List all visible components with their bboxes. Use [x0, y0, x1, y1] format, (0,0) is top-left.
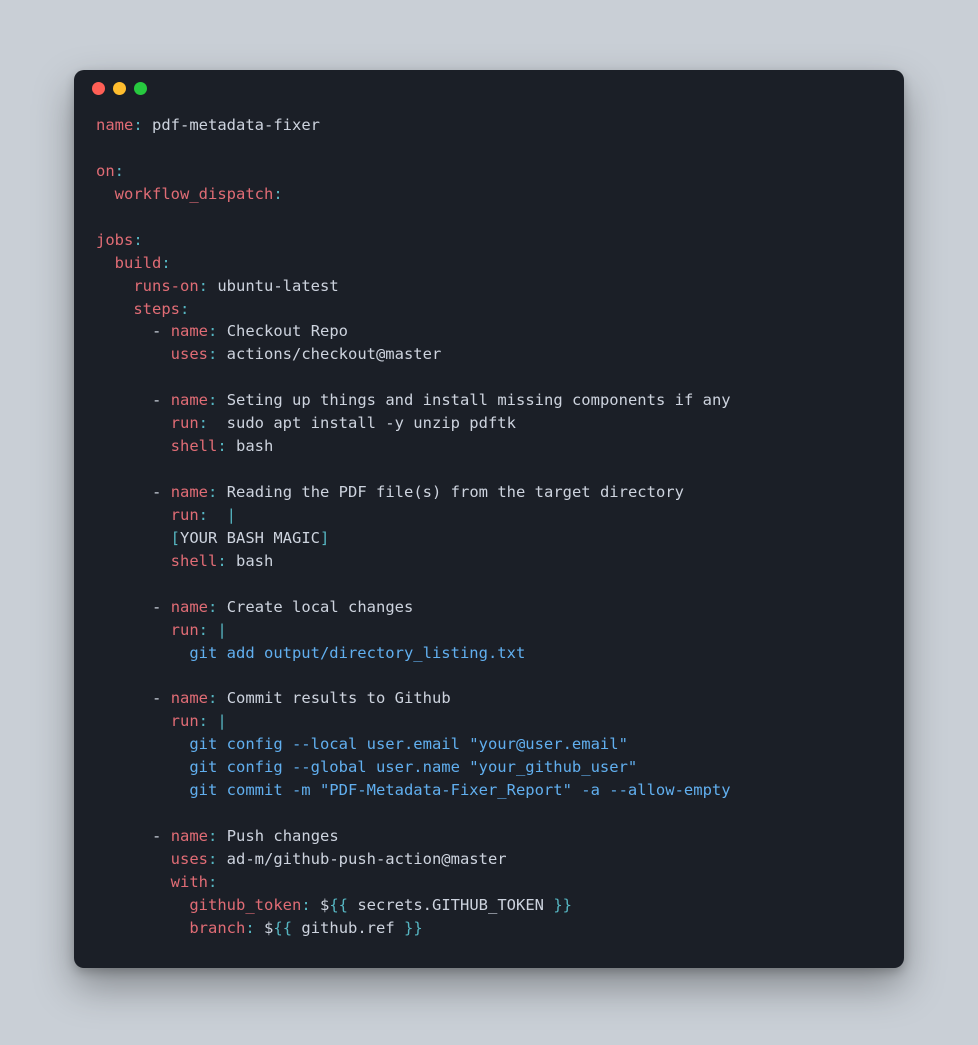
yaml-key: name: [171, 827, 208, 845]
yaml-value: ad-m/github-push-action@master: [227, 850, 507, 868]
yaml-value: bash: [236, 552, 273, 570]
yaml-key: uses: [171, 850, 208, 868]
yaml-key: name: [171, 689, 208, 707]
git-command: git config --local user.email "your@user…: [189, 735, 628, 753]
yaml-key: github_token: [189, 896, 301, 914]
step-name: Create local changes: [227, 598, 414, 616]
yaml-key: build: [115, 254, 162, 272]
pipe-literal: |: [217, 621, 226, 639]
pipe-literal: |: [227, 506, 236, 524]
yaml-key: run: [171, 506, 199, 524]
pipe-literal: |: [217, 712, 226, 730]
expr-body: github.ref: [292, 919, 404, 937]
expr-prefix: $: [264, 919, 273, 937]
yaml-key: with: [171, 873, 208, 891]
yaml-value: pdf-metadata-fixer: [152, 116, 320, 134]
expr-body: secrets.GITHUB_TOKEN: [348, 896, 553, 914]
yaml-key: steps: [133, 300, 180, 318]
yaml-key: uses: [171, 345, 208, 363]
run-command: sudo apt install -y unzip pdftk: [227, 414, 516, 432]
placeholder-text: YOUR BASH MAGIC: [180, 529, 320, 547]
yaml-key: shell: [171, 437, 218, 455]
yaml-value: bash: [236, 437, 273, 455]
yaml-key: name: [171, 322, 208, 340]
git-command: git add output/directory_listing.txt: [189, 644, 525, 662]
yaml-key: name: [171, 483, 208, 501]
brace-close: }}: [404, 919, 423, 937]
brace-close: }}: [553, 896, 572, 914]
yaml-key: name: [171, 391, 208, 409]
yaml-value: actions/checkout@master: [227, 345, 442, 363]
yaml-value: ubuntu-latest: [217, 277, 338, 295]
brace-open: {{: [273, 919, 292, 937]
brace-open: {{: [329, 896, 348, 914]
code-block: name: pdf-metadata-fixer on: workflow_di…: [74, 106, 904, 968]
step-name: Seting up things and install missing com…: [227, 391, 731, 409]
yaml-key: name: [96, 116, 133, 134]
yaml-key: name: [171, 598, 208, 616]
yaml-key: jobs: [96, 231, 133, 249]
expr-prefix: $: [320, 896, 329, 914]
step-name: Checkout Repo: [227, 322, 348, 340]
minimize-icon[interactable]: [113, 82, 126, 95]
step-name: Reading the PDF file(s) from the target …: [227, 483, 684, 501]
git-command: git config --global user.name "your_gith…: [189, 758, 637, 776]
close-icon[interactable]: [92, 82, 105, 95]
window-titlebar: [74, 70, 904, 106]
yaml-key: workflow_dispatch: [115, 185, 274, 203]
git-command: git commit -m "PDF-Metadata-Fixer_Report…: [189, 781, 730, 799]
step-name: Push changes: [227, 827, 339, 845]
yaml-key: run: [171, 621, 199, 639]
yaml-key: on: [96, 162, 115, 180]
yaml-key: branch: [189, 919, 245, 937]
terminal-window: name: pdf-metadata-fixer on: workflow_di…: [74, 70, 904, 968]
zoom-icon[interactable]: [134, 82, 147, 95]
yaml-key: run: [171, 712, 199, 730]
step-name: Commit results to Github: [227, 689, 451, 707]
yaml-key: runs-on: [133, 277, 198, 295]
yaml-key: run: [171, 414, 199, 432]
yaml-key: shell: [171, 552, 218, 570]
